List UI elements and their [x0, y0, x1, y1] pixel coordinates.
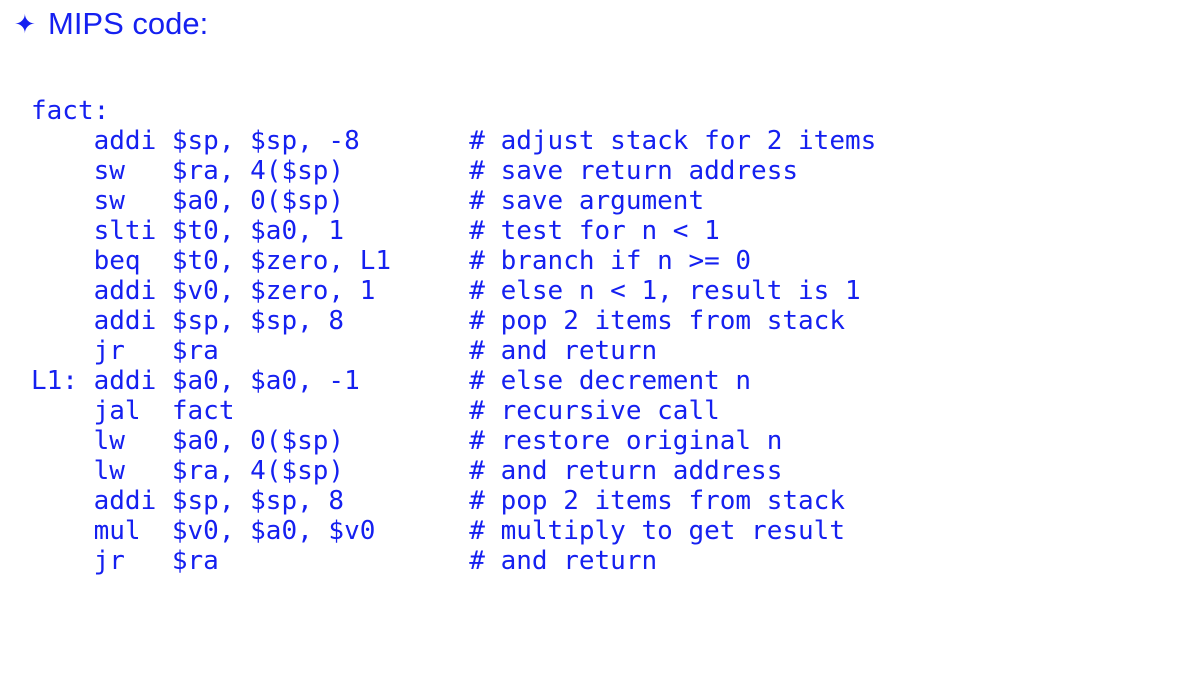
four-pointed-star-bullet-icon: ✦	[14, 10, 36, 40]
code-line: jal fact # recursive call	[31, 396, 720, 426]
code-line: L1: addi $a0, $a0, -1 # else decrement n	[31, 366, 752, 396]
code-line: beq $t0, $zero, L1 # branch if n >= 0	[31, 246, 752, 276]
code-line: lw $ra, 4($sp) # and return address	[31, 456, 783, 486]
slide-canvas: ✦ MIPS code: fact: addi $sp, $sp, -8 # a…	[0, 0, 1182, 688]
code-line: addi $sp, $sp, -8 # adjust stack for 2 i…	[31, 126, 877, 156]
mips-code-listing: fact: addi $sp, $sp, -8 # adjust stack f…	[31, 96, 876, 576]
code-line: fact:	[31, 96, 110, 126]
code-line: jr $ra # and return	[31, 546, 658, 576]
code-line: jr $ra # and return	[31, 336, 658, 366]
code-line: addi $v0, $zero, 1 # else n < 1, result …	[31, 276, 861, 306]
code-line: addi $sp, $sp, 8 # pop 2 items from stac…	[31, 306, 845, 336]
code-line: sw $a0, 0($sp) # save argument	[31, 186, 705, 216]
heading-label: MIPS code:	[48, 6, 209, 41]
code-line: sw $ra, 4($sp) # save return address	[31, 156, 799, 186]
code-line: mul $v0, $a0, $v0 # multiply to get resu…	[31, 516, 845, 546]
code-line: lw $a0, 0($sp) # restore original n	[31, 426, 783, 456]
code-line: slti $t0, $a0, 1 # test for n < 1	[31, 216, 720, 246]
code-line: addi $sp, $sp, 8 # pop 2 items from stac…	[31, 486, 845, 516]
slide-heading: ✦ MIPS code:	[14, 8, 208, 39]
